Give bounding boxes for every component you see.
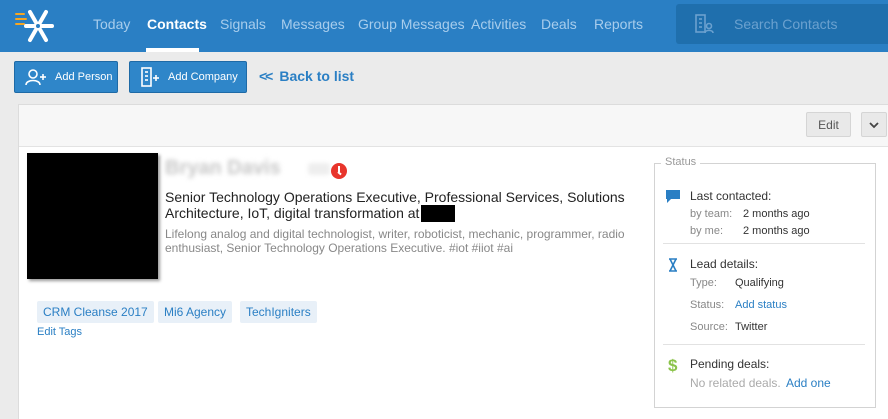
headline-text: Senior Technology Operations Executive, … (165, 189, 625, 221)
status-divider (663, 243, 865, 244)
status-legend: Status (661, 156, 701, 168)
tag-techigniters[interactable]: TechIgniters (240, 301, 317, 323)
add-person-button[interactable]: Add Person (14, 61, 118, 93)
person-bio: Lifelong analog and digital technologist… (165, 227, 625, 255)
nav-group-messages[interactable]: Group Messages (358, 16, 465, 32)
add-company-icon (141, 67, 159, 87)
edit-button[interactable]: Edit (806, 112, 851, 137)
tag-mi6-agency[interactable]: Mi6 Agency (158, 301, 233, 323)
person-name: Bryan Davis (165, 157, 281, 179)
nav-today[interactable]: Today (93, 16, 130, 32)
clock-icon[interactable] (331, 163, 347, 179)
add-person-icon (25, 69, 46, 86)
contact-card: Edit Bryan Davis Senior Technology Opera… (18, 104, 888, 419)
by-team-label: by team: (690, 208, 733, 220)
lead-source-label: Source: (690, 321, 728, 333)
no-deals-text: No related deals. (690, 376, 781, 390)
nav-signals[interactable]: Signals (220, 16, 266, 32)
search-box (676, 4, 888, 44)
status-panel: Status Last contacted: by team: 2 months… (654, 156, 876, 408)
svg-text:$: $ (668, 356, 678, 374)
back-to-list-link[interactable]: << Back to list (259, 68, 354, 84)
nav-contacts[interactable]: Contacts (147, 16, 207, 32)
lead-source-value: Twitter (735, 321, 768, 333)
double-chevron-left-icon: << (259, 68, 273, 84)
by-me-value: 2 months ago (743, 225, 810, 237)
edit-tags-link[interactable]: Edit Tags (37, 326, 82, 338)
add-status-link[interactable]: Add status (735, 299, 787, 311)
by-team-value: 2 months ago (743, 208, 810, 220)
add-company-button[interactable]: Add Company (129, 61, 247, 93)
lead-status-label: Status: (690, 299, 725, 311)
dollar-icon: $ (665, 356, 681, 379)
card-toolbar: Edit (19, 105, 888, 147)
chevron-down-icon (869, 121, 879, 128)
add-company-label: Add Company (168, 71, 238, 83)
chat-bubble-icon (665, 188, 681, 209)
back-to-list-label: Back to list (279, 68, 355, 84)
redacted-company (421, 205, 456, 222)
pending-deals-title: Pending deals: (690, 357, 770, 371)
nav-messages[interactable]: Messages (281, 16, 345, 32)
funnel-icon (665, 257, 681, 278)
name-suffix-redacted (308, 163, 330, 175)
add-deal-link[interactable]: Add one (786, 376, 831, 390)
last-contacted-title: Last contacted: (690, 189, 772, 203)
app-logo[interactable] (12, 6, 58, 46)
person-headline: Senior Technology Operations Executive, … (165, 189, 635, 222)
tag-crm-cleanse[interactable]: CRM Cleanse 2017 (37, 301, 154, 323)
active-tab-indicator (146, 48, 199, 52)
nav-activities[interactable]: Activities (471, 16, 526, 32)
status-divider (663, 344, 865, 345)
contacts-search-icon[interactable] (694, 13, 716, 35)
more-actions-dropdown[interactable] (861, 112, 887, 137)
add-person-label: Add Person (55, 71, 113, 83)
lead-type-label: Type: (690, 277, 717, 289)
top-nav-bar: Today Contacts Signals Messages Group Me… (0, 0, 888, 52)
avatar (27, 153, 158, 279)
search-input[interactable] (734, 4, 884, 44)
nav-deals[interactable]: Deals (541, 16, 577, 32)
nav-reports[interactable]: Reports (594, 16, 643, 32)
lead-details-title: Lead details: (690, 257, 759, 271)
lead-type-value: Qualifying (735, 277, 784, 289)
by-me-label: by me: (690, 225, 724, 237)
